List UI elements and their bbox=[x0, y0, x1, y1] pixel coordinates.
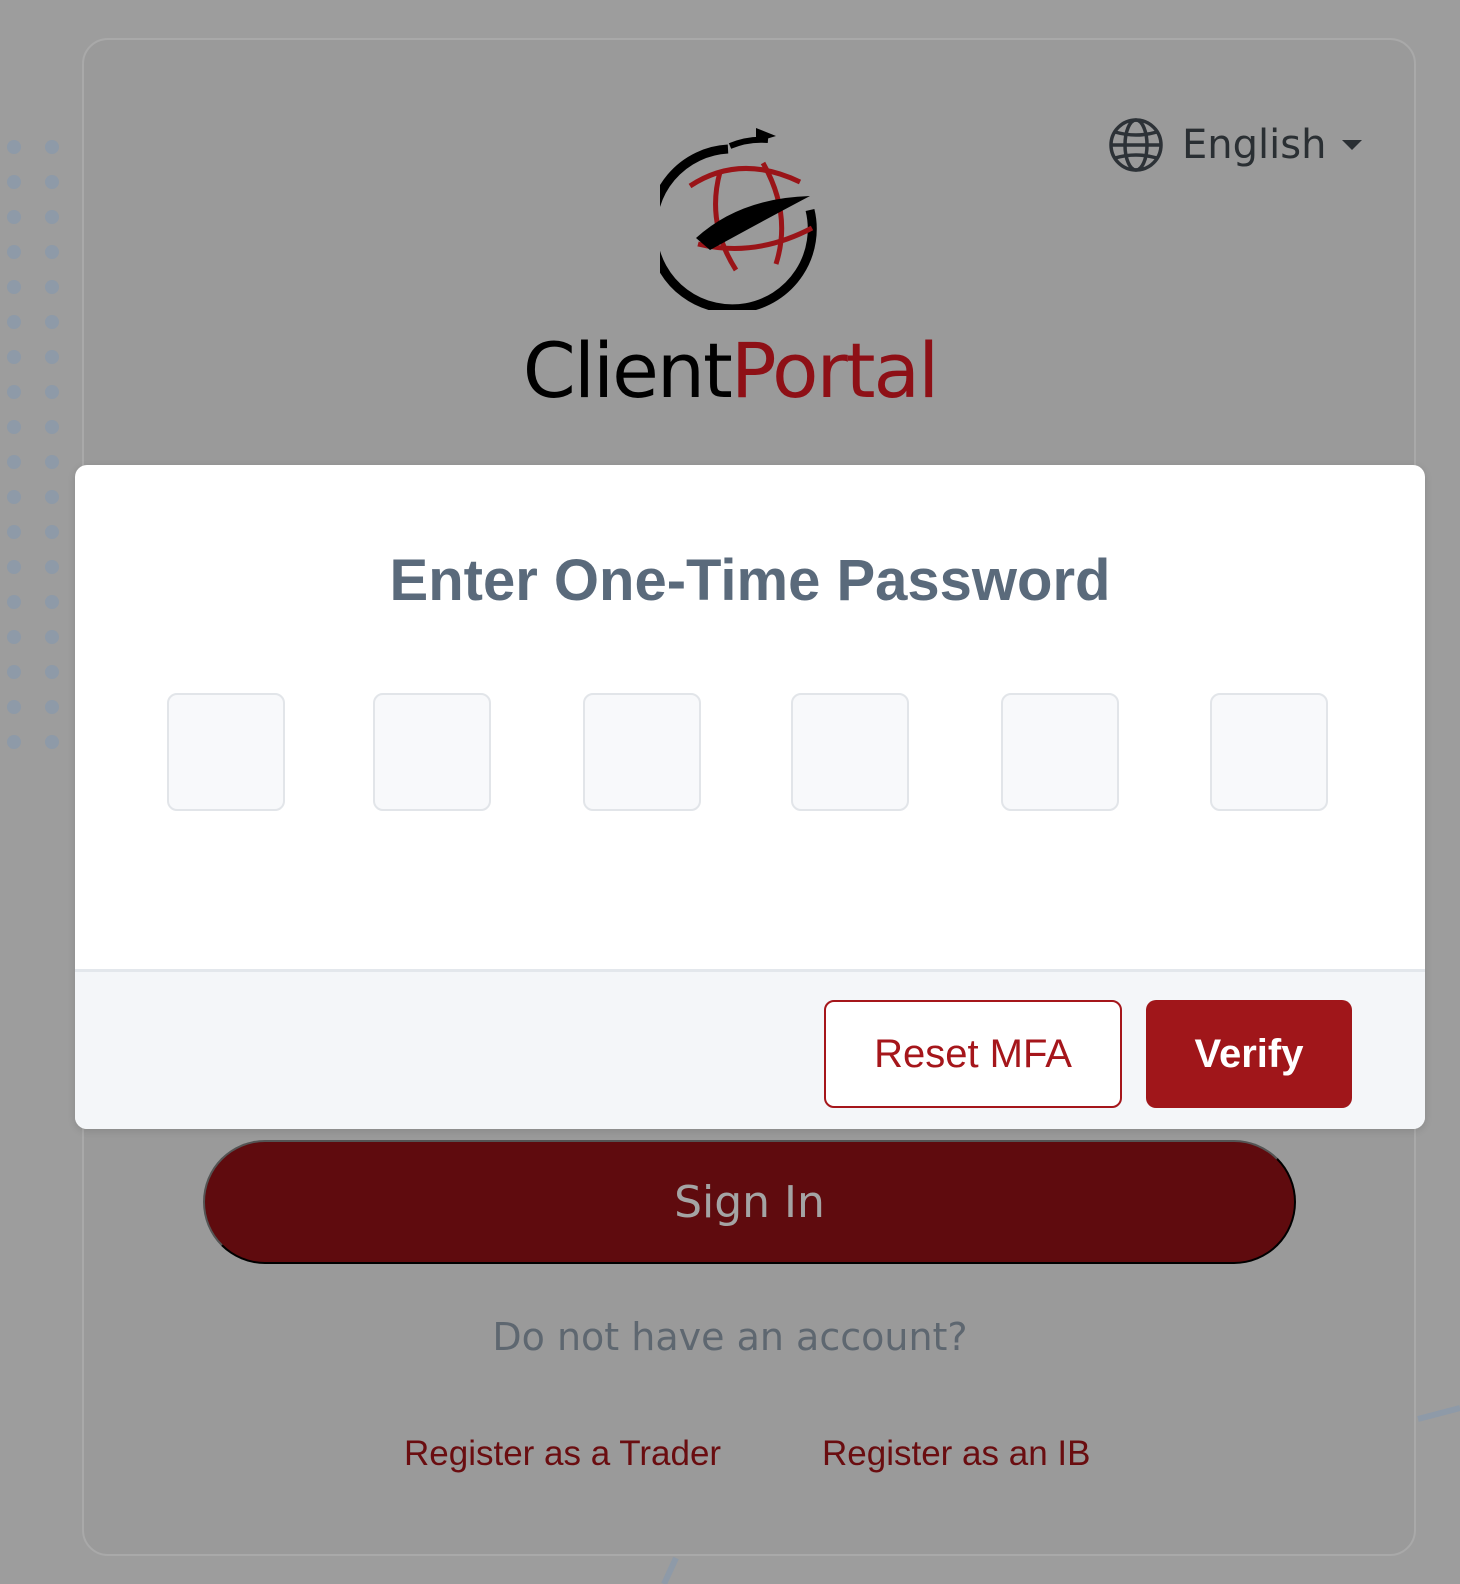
otp-input-group bbox=[167, 693, 1333, 813]
brand-part-client: Client bbox=[522, 326, 733, 415]
register-ib-link[interactable]: Register as an IB bbox=[822, 1434, 1090, 1474]
brand-part-portal: Portal bbox=[730, 326, 939, 415]
chevron-down-icon bbox=[1342, 140, 1363, 150]
language-selector[interactable]: English bbox=[1108, 115, 1363, 175]
otp-dialog: Enter One-Time Password Reset MFA Verify bbox=[75, 465, 1425, 1129]
language-label: English bbox=[1182, 122, 1327, 168]
sign-in-button[interactable]: Sign In bbox=[203, 1140, 1296, 1264]
brand-wordmark: ClientPortal bbox=[0, 326, 1460, 416]
decorative-dot-grid bbox=[7, 140, 59, 749]
otp-digit-5[interactable] bbox=[1001, 693, 1119, 811]
dialog-title: Enter One-Time Password bbox=[389, 548, 1111, 613]
dialog-footer: Reset MFA Verify bbox=[75, 969, 1425, 1129]
register-trader-link[interactable]: Register as a Trader bbox=[404, 1434, 721, 1474]
no-account-text: Do not have an account? bbox=[492, 1315, 968, 1359]
globe-icon bbox=[1109, 118, 1163, 172]
otp-digit-2[interactable] bbox=[373, 693, 491, 811]
reset-mfa-button[interactable]: Reset MFA bbox=[824, 1000, 1122, 1108]
otp-digit-6[interactable] bbox=[1210, 693, 1328, 811]
otp-digit-3[interactable] bbox=[583, 693, 701, 811]
verify-button[interactable]: Verify bbox=[1146, 1000, 1352, 1108]
client-portal-logo-icon bbox=[660, 128, 817, 310]
otp-digit-4[interactable] bbox=[791, 693, 909, 811]
otp-digit-1[interactable] bbox=[167, 693, 285, 811]
